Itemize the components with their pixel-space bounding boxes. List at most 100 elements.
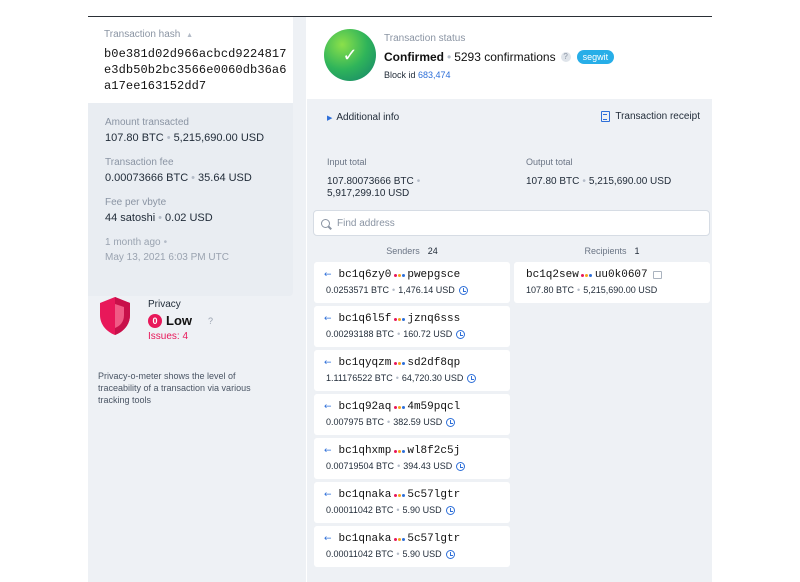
clock-icon[interactable] <box>445 549 455 559</box>
fee-group: Transaction fee 0.00073666 BTC • 35.64 USD <box>105 157 293 184</box>
check-icon: ✓ <box>324 29 376 81</box>
status-state: Confirmed <box>384 50 444 64</box>
transaction-receipt-link[interactable]: Transaction receipt <box>601 111 700 122</box>
sender-address[interactable]: ← bc1qnaka 5c57lgtr <box>324 533 460 545</box>
amount-label: Amount transacted <box>105 117 189 128</box>
ellipsis-dots-icon <box>393 537 405 541</box>
sender-row[interactable]: ← bc1qnaka 5c57lgtr 0.00011042 BTC • 5.90 US… <box>314 482 510 523</box>
sender-row[interactable]: ← bc1qyqzm sd2df8qp 1.11176522 BTC • 64,720.… <box>314 350 510 391</box>
arrow-left-icon: ← <box>324 314 332 324</box>
find-address-box[interactable] <box>313 210 710 236</box>
sender-amount: 0.00011042 BTC • 5.90 USD <box>326 505 455 515</box>
recipient-address[interactable]: bc1q2sew uu0k0607 <box>526 269 662 281</box>
sender-row[interactable]: ← bc1q6zy0 pwepgsce 0.0253571 BTC • 1,476.14… <box>314 262 510 303</box>
totals-section: Input total 107.80073666 BTC • 5,917,299.… <box>313 142 712 217</box>
additional-info-toggle[interactable]: ▶ Additional info <box>327 112 399 123</box>
tx-hash-label: Transaction hash ▲ <box>104 29 194 40</box>
sender-amount: 1.11176522 BTC • 64,720.30 USD <box>326 373 477 383</box>
status-label: Transaction status <box>384 33 466 44</box>
output-total-value: 107.80 BTC • 5,215,690.00 USD <box>526 176 672 187</box>
wallet-icon <box>652 271 662 279</box>
sender-address[interactable]: ← bc1qnaka 5c57lgtr <box>324 489 460 501</box>
right-panel: ✓ Transaction status Confirmed • 5293 co… <box>307 17 712 582</box>
arrow-left-icon: ← <box>324 534 332 544</box>
tx-hash-value[interactable]: b0e381d02d966acbcd9224817 e3db50b2bc3566… <box>104 46 293 94</box>
ellipsis-dots-icon <box>393 317 405 321</box>
recipient-row[interactable]: bc1q2sew uu0k0607 107.80 BTC • 5,215,690.00… <box>514 262 710 303</box>
clock-icon[interactable] <box>445 505 455 515</box>
clock-icon[interactable] <box>456 329 466 339</box>
sender-row[interactable]: ← bc1qhxmp wl8f2c5j 0.00719504 BTC • 394.43 … <box>314 438 510 479</box>
fee-vbyte-value: 44 satoshi • 0.02 USD <box>105 212 213 224</box>
arrow-left-icon: ← <box>324 270 332 280</box>
ellipsis-dots-icon <box>393 405 405 409</box>
fee-vbyte-group: Fee per vbyte 44 satoshi • 0.02 USD <box>105 197 293 224</box>
amount-value: 107.80 BTC • 5,215,690.00 USD <box>105 132 265 144</box>
receipt-icon <box>601 111 611 122</box>
privacy-issues[interactable]: Issues: 4 <box>148 331 188 342</box>
caret-right-icon: ▶ <box>327 115 333 122</box>
clock-icon[interactable] <box>467 373 477 383</box>
amount-group: Amount transacted 107.80 BTC • 5,215,690.0… <box>105 117 293 144</box>
fee-value: 0.00073666 BTC • 35.64 USD <box>105 172 252 184</box>
arrow-left-icon: ← <box>324 402 332 412</box>
sender-amount: 0.0253571 BTC • 1,476.14 USD <box>326 285 468 295</box>
tx-hash-card: Transaction hash ▲ b0e381d02d966acbcd922… <box>88 17 293 103</box>
time-ago: 1 month ago • <box>105 237 168 248</box>
privacy-description: Privacy-o-meter shows the level of trace… <box>98 371 251 405</box>
ellipsis-dots-icon <box>393 361 405 365</box>
segwit-badge: segwit <box>576 50 615 64</box>
sort-icon[interactable]: ▲ <box>186 32 193 39</box>
block-id: Block id 683,474 <box>384 70 451 80</box>
senders-header: Senders 24 <box>314 240 510 262</box>
output-total-label: Output total <box>526 157 573 167</box>
ellipsis-dots-icon <box>581 273 593 277</box>
find-address-input[interactable] <box>337 217 697 229</box>
tx-info-card: Amount transacted 107.80 BTC • 5,215,690.0… <box>88 103 293 296</box>
privacy-help-icon[interactable]: ? <box>208 316 213 326</box>
clock-icon[interactable] <box>456 461 466 471</box>
output-total: Output total 107.80 BTC • 5,215,690.00 USD <box>526 157 671 188</box>
privacy-level: 0 Low ? <box>148 313 213 328</box>
privacy-score-badge: 0 <box>148 313 162 328</box>
arrow-left-icon: ← <box>324 446 332 456</box>
ellipsis-dots-icon <box>393 493 405 497</box>
input-total-value: 107.80073666 BTC • 5,917,299.10 USD <box>327 176 421 199</box>
sender-amount: 0.00719504 BTC • 394.43 USD <box>326 461 466 471</box>
sender-row[interactable]: ← bc1q92aq 4m59pqcl 0.007975 BTC • 382.59 US… <box>314 394 510 435</box>
sender-address[interactable]: ← bc1q6zy0 pwepgsce <box>324 269 460 281</box>
sender-address[interactable]: ← bc1q92aq 4m59pqcl <box>324 401 460 413</box>
privacy-meter: Privacy 0 Low ? Issues: 4 Privacy-o-mete… <box>98 295 298 415</box>
help-icon[interactable]: ? <box>560 52 571 62</box>
recipients-header: Recipients 1 <box>514 240 710 262</box>
arrow-left-icon: ← <box>324 490 332 500</box>
sender-address[interactable]: ← bc1qhxmp wl8f2c5j <box>324 445 460 457</box>
ellipsis-dots-icon <box>393 273 405 277</box>
sender-amount: 0.00293188 BTC • 160.72 USD <box>326 329 466 339</box>
clock-icon[interactable] <box>446 417 456 427</box>
time-group: 1 month ago • May 13, 2021 6:03 PM UTC <box>105 237 293 263</box>
search-icon <box>321 218 330 228</box>
fee-label: Transaction fee <box>105 157 174 168</box>
clock-icon[interactable] <box>458 285 468 295</box>
confirmations-count: 5293 confirmations <box>454 50 556 64</box>
sender-row[interactable]: ← bc1q6l5f jznq6sss 0.00293188 BTC • 160.72 … <box>314 306 510 347</box>
block-id-link[interactable]: 683,474 <box>418 70 451 80</box>
sender-amount: 0.007975 BTC • 382.59 USD <box>326 417 456 427</box>
privacy-label: Privacy <box>148 299 181 310</box>
privacy-level-text: Low <box>166 313 192 328</box>
shield-icon <box>100 297 130 335</box>
status-line: Confirmed • 5293 confirmations ? segwit <box>384 50 615 64</box>
input-total-label: Input total <box>327 157 367 167</box>
tx-status-card: ✓ Transaction status Confirmed • 5293 co… <box>307 17 712 99</box>
fee-vbyte-label: Fee per vbyte <box>105 197 167 208</box>
input-total: Input total 107.80073666 BTC • 5,917,299.… <box>327 157 423 200</box>
sender-row[interactable]: ← bc1qnaka 5c57lgtr 0.00011042 BTC • 5.90 US… <box>314 526 510 567</box>
ellipsis-dots-icon <box>393 449 405 453</box>
recipient-amount: 107.80 BTC • 5,215,690.00 USD <box>526 285 658 295</box>
arrow-left-icon: ← <box>324 358 332 368</box>
left-panel: Transaction hash ▲ b0e381d02d966acbcd922… <box>88 17 306 582</box>
sender-amount: 0.00011042 BTC • 5.90 USD <box>326 549 455 559</box>
sender-address[interactable]: ← bc1q6l5f jznq6sss <box>324 313 460 325</box>
sender-address[interactable]: ← bc1qyqzm sd2df8qp <box>324 357 460 369</box>
